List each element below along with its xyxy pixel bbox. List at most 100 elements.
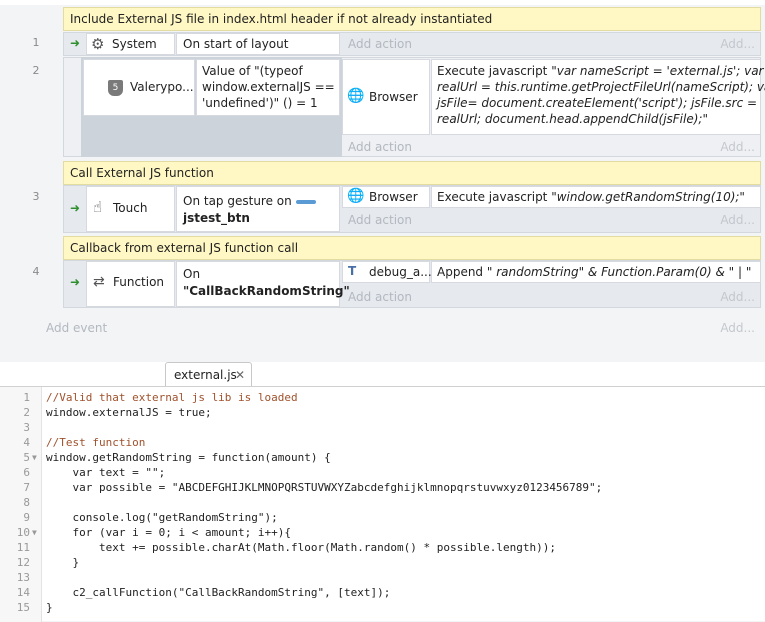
- code-line: console.log("getRandomString");: [46, 511, 278, 524]
- add-action-link[interactable]: Add action: [348, 37, 412, 51]
- code-line: window.externalJS = true;: [46, 406, 212, 419]
- event-number: 3: [32, 190, 40, 203]
- button-object-icon: [295, 199, 316, 204]
- function-arrows-icon: ⇄: [93, 274, 105, 290]
- html5-icon: 5: [108, 80, 123, 96]
- action-value-line: realUrl = this.runtime.getProjectFileUrl…: [437, 80, 765, 94]
- action-value-line: "var nameScript = 'external.js'; var: [551, 64, 764, 78]
- add-more-link[interactable]: Add...: [700, 37, 755, 51]
- action-object-cell[interactable]: 🌐 Browser: [342, 186, 430, 208]
- line-number: 4: [23, 436, 30, 449]
- event-number: 2: [32, 64, 40, 77]
- condition-target: jstest_btn: [183, 211, 250, 225]
- condition-cell[interactable]: On tap gesture on jstest_btn: [176, 186, 340, 232]
- event-number: 1: [32, 36, 40, 49]
- code-editor[interactable]: 1 2 3 4 5 6 7 8 9 10 11 12 13 14 15 ▼ ▼ …: [0, 386, 765, 622]
- sheet-top-border: [0, 0, 765, 5]
- line-number: 11: [16, 541, 30, 554]
- condition-text-line: window.externalJS ==: [202, 80, 335, 94]
- add-event-link[interactable]: Add event: [46, 321, 107, 335]
- comment-row[interactable]: Callback from external JS function call: [63, 236, 761, 260]
- line-number: 3: [23, 421, 30, 434]
- trigger-arrow-icon: ➜: [70, 201, 81, 215]
- code-line: window.getRandomString = function(amount…: [46, 451, 331, 464]
- add-more-link[interactable]: Add...: [700, 321, 755, 335]
- code-line: //Test function: [46, 436, 146, 449]
- condition-text-line: Value of "(typeof: [202, 64, 303, 78]
- editor-tab-bar: [0, 362, 765, 386]
- condition-object-cell[interactable]: 5 Valerypo...: [83, 59, 195, 116]
- tab-label: external.js: [174, 368, 237, 382]
- line-number: 15: [16, 601, 30, 614]
- condition-object-label: System: [112, 37, 157, 51]
- code-line: var text = "";: [46, 466, 166, 479]
- code-line: c2_callFunction("CallBackRandomString", …: [46, 586, 391, 599]
- line-number: 13: [16, 571, 30, 584]
- line-number: 6: [23, 466, 30, 479]
- action-object-label: Browser: [369, 190, 418, 204]
- action-prefix: Execute javascript: [437, 190, 552, 204]
- add-action-link[interactable]: Add action: [348, 290, 412, 304]
- event-number: 4: [32, 265, 40, 278]
- line-number: 5: [23, 451, 30, 464]
- action-cell[interactable]: Execute javascript "window.getRandomStri…: [431, 186, 761, 208]
- line-number: 2: [23, 406, 30, 419]
- code-line: for (var i = 0; i < amount; i++){: [46, 526, 292, 539]
- globe-icon: 🌐: [347, 88, 365, 104]
- text-object-icon: T: [348, 264, 357, 278]
- globe-icon: 🌐: [347, 188, 365, 204]
- action-prefix: Execute javascript: [437, 64, 552, 78]
- fold-arrow-icon[interactable]: ▼: [32, 525, 37, 540]
- tab-external-js[interactable]: external.js ✕: [165, 362, 252, 387]
- add-action-link[interactable]: Add action: [348, 140, 412, 154]
- line-number: 1: [23, 391, 30, 404]
- trigger-arrow-icon: ➜: [70, 275, 81, 289]
- action-value: "window.getRandomString(10);": [551, 190, 745, 204]
- code-line: var possible = "ABCDEFGHIJKLMNOPQRSTUVWX…: [46, 481, 603, 494]
- line-number: 9: [23, 511, 30, 524]
- action-object-cell[interactable]: 🌐 Browser: [342, 59, 430, 135]
- condition-text-line: 'undefined')" () = 1: [202, 96, 318, 110]
- trigger-arrow-icon: ➜: [70, 36, 81, 50]
- add-more-link[interactable]: Add...: [700, 140, 755, 154]
- code-line: }: [46, 601, 53, 614]
- action-object-label: Browser: [369, 90, 418, 104]
- touch-hand-icon: ☝: [93, 198, 103, 216]
- fold-arrow-icon[interactable]: ▼: [32, 450, 37, 465]
- code-line: }: [46, 556, 80, 569]
- line-number: 10: [16, 526, 30, 539]
- condition-text: On tap gesture on: [183, 194, 292, 208]
- condition-cell[interactable]: Value of "(typeof window.externalJS == '…: [196, 59, 340, 116]
- line-number: 8: [23, 496, 30, 509]
- action-cell[interactable]: Execute javascript "var nameScript = 'ex…: [431, 59, 765, 135]
- condition-object-cell[interactable]: ⇄ Function: [86, 261, 175, 307]
- condition-object-cell[interactable]: ⚙ System: [86, 33, 175, 55]
- action-object-cell[interactable]: T debug_a...: [342, 261, 432, 283]
- condition-object-label: Touch: [113, 201, 148, 215]
- code-line: //Valid that external js lib is loaded: [46, 391, 298, 404]
- action-cell[interactable]: Append " randomString" & Function.Param(…: [431, 261, 761, 283]
- condition-text: On: [183, 267, 201, 281]
- line-number: 7: [23, 481, 30, 494]
- condition-cell[interactable]: On start of layout: [176, 33, 340, 55]
- condition-object-cell[interactable]: ☝ Touch: [86, 186, 175, 232]
- condition-target: "CallBackRandomString": [183, 284, 350, 298]
- action-prefix: Append: [437, 265, 487, 279]
- condition-object-label: Function: [113, 275, 165, 289]
- add-more-link[interactable]: Add...: [700, 290, 755, 304]
- comment-row[interactable]: Call External JS function: [63, 161, 761, 185]
- close-icon[interactable]: ✕: [235, 363, 245, 387]
- action-value: " randomString" & Function.Param(0) & " …: [486, 265, 752, 279]
- code-line: text += possible.charAt(Math.floor(Math.…: [46, 541, 556, 554]
- action-value-line: realUrl; document.head.appendChild(jsFil…: [437, 112, 708, 126]
- condition-object-label: Valerypo...: [130, 80, 194, 94]
- line-number: 12: [16, 556, 30, 569]
- condition-cell[interactable]: On "CallBackRandomString": [176, 261, 350, 307]
- condition-text: On start of layout: [183, 37, 289, 51]
- add-action-link[interactable]: Add action: [348, 213, 412, 227]
- action-value-line: jsFile= document.createElement('script')…: [437, 96, 758, 110]
- action-object-label: debug_a...: [369, 265, 432, 279]
- comment-row[interactable]: Include External JS file in index.html h…: [63, 7, 761, 31]
- event-sheet: Include External JS file in index.html h…: [0, 0, 765, 362]
- add-more-link[interactable]: Add...: [700, 213, 755, 227]
